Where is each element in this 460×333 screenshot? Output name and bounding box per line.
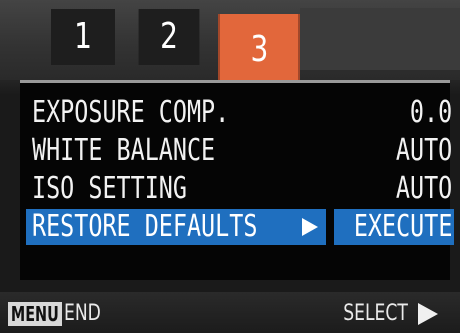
settings-panel: EXPOSURE COMP. 0.0 WHITE BALANCE AUTO IS… bbox=[20, 80, 454, 280]
setting-label: EXPOSURE COMP. bbox=[32, 95, 230, 130]
setting-label: RESTORE DEFAULTS bbox=[32, 209, 258, 244]
tab-2[interactable]: 2 bbox=[138, 9, 200, 65]
footer-bar: MENU END SELECT bbox=[0, 292, 460, 333]
tab-strip-filler bbox=[300, 8, 460, 70]
setting-value: 0.0 bbox=[409, 95, 452, 130]
setting-restore-defaults[interactable]: RESTORE DEFAULTS EXECUTE bbox=[26, 209, 460, 245]
menu-button-key[interactable]: MENU bbox=[8, 302, 62, 326]
camera-menu-screen: 1 2 3 EXPOSURE COMP. 0.0 WHITE BALANCE A… bbox=[0, 0, 460, 333]
tab-3-active[interactable]: 3 bbox=[218, 14, 300, 86]
tab-1[interactable]: 1 bbox=[51, 9, 115, 65]
arrow-right-icon bbox=[418, 303, 438, 325]
select-label: SELECT bbox=[343, 301, 408, 326]
arrow-right-icon bbox=[302, 218, 318, 236]
setting-label: ISO SETTING bbox=[32, 171, 187, 206]
setting-value: AUTO bbox=[395, 133, 452, 168]
tab-3-label: 3 bbox=[250, 29, 268, 70]
setting-white-balance[interactable]: WHITE BALANCE AUTO bbox=[32, 133, 460, 169]
setting-exposure-comp[interactable]: EXPOSURE COMP. 0.0 bbox=[32, 95, 460, 131]
setting-label: WHITE BALANCE bbox=[32, 133, 216, 168]
end-label: END bbox=[64, 301, 101, 326]
setting-value: AUTO bbox=[395, 171, 452, 206]
setting-iso[interactable]: ISO SETTING AUTO bbox=[32, 171, 460, 207]
execute-value[interactable]: EXECUTE bbox=[353, 209, 452, 245]
